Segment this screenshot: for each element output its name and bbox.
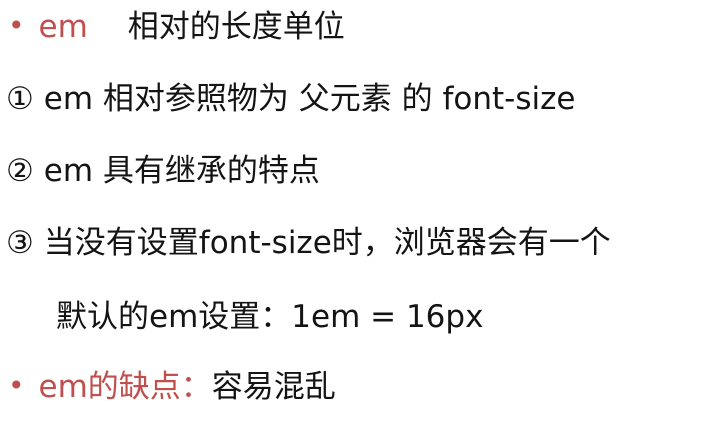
point-2-text: em 具有继承的特点: [43, 153, 320, 189]
heading-line-em: • em 相对的长度单位: [0, 12, 345, 43]
point-3-text: 当没有设置font-size时，浏览器会有一个: [43, 225, 611, 261]
term-em: em: [38, 9, 88, 45]
point-3: ③ 当没有设置font-size时，浏览器会有一个: [0, 228, 611, 259]
point-3-continuation-text: 默认的em设置：1em = 16px: [56, 299, 484, 335]
point-3-continuation: 默认的em设置：1em = 16px: [56, 302, 483, 333]
circled-number-1: ①: [6, 81, 34, 117]
drawback-text: 容易混乱: [211, 369, 336, 405]
definition-text: 相对的长度单位: [127, 9, 345, 45]
circled-number-3: ③: [6, 225, 34, 261]
circled-number-2: ②: [6, 153, 34, 189]
point-1: ① em 相对参照物为 父元素 的 font-size: [0, 84, 575, 115]
bullet-icon: •: [8, 369, 25, 402]
point-2: ② em 具有继承的特点: [0, 156, 320, 187]
bullet-icon: •: [8, 9, 25, 42]
point-1-text: em 相对参照物为 父元素 的 font-size: [43, 81, 576, 117]
term-drawback: em的缺点：: [38, 369, 212, 405]
heading-line-drawback: • em的缺点：容易混乱: [0, 372, 336, 403]
